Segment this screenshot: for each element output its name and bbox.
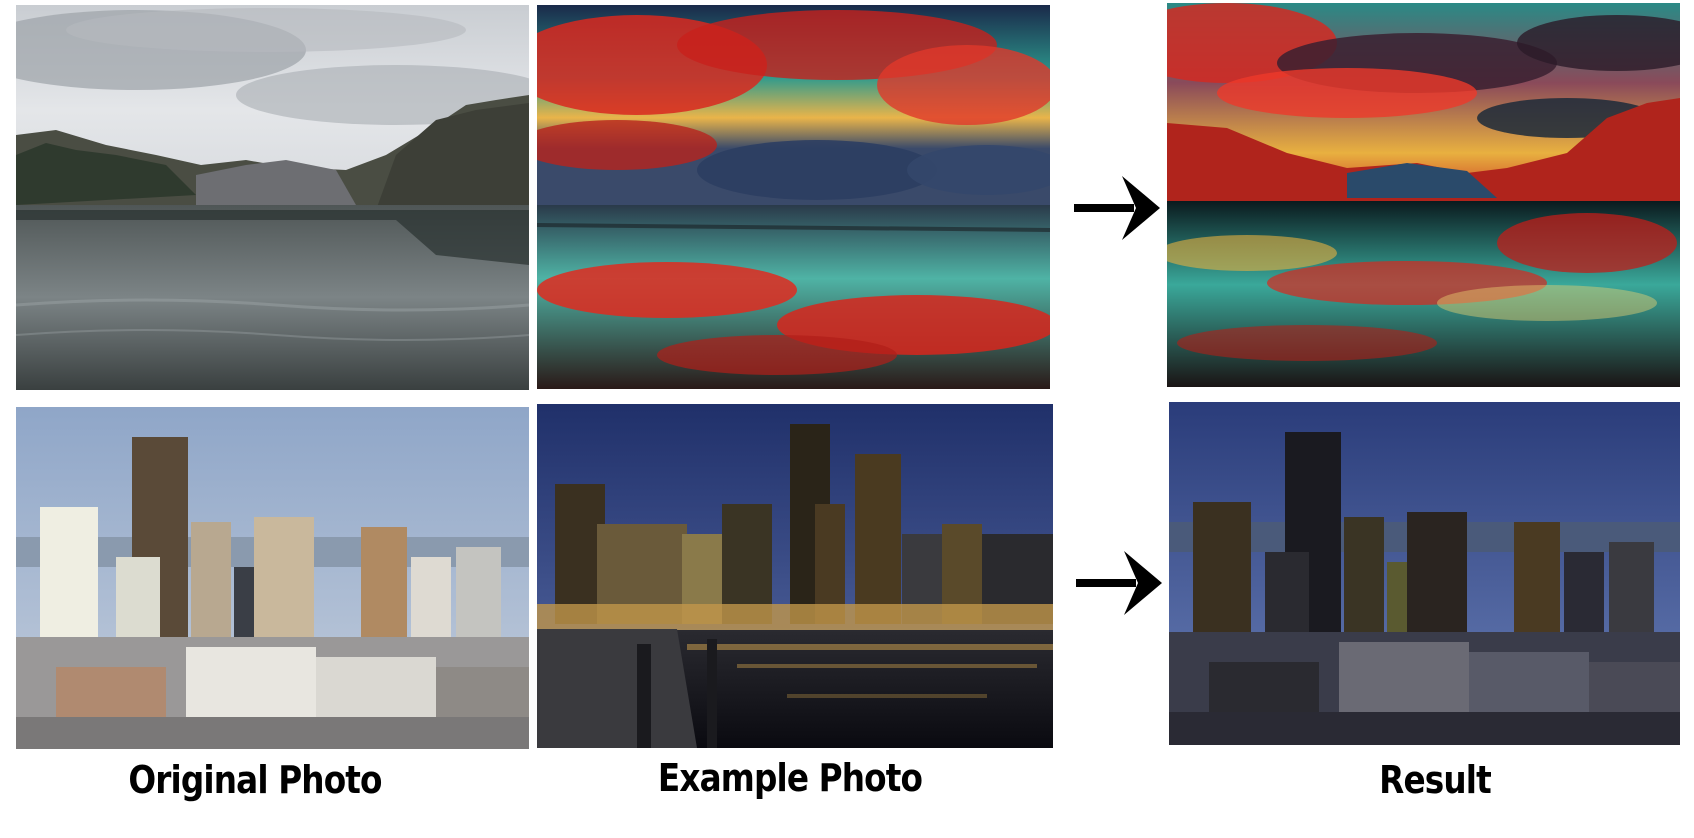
caption-example-photo: Example Photo: [657, 756, 923, 800]
arrow-right-icon: [1076, 551, 1162, 615]
photo-example-sunset: [537, 5, 1050, 389]
photo-original-city: [16, 407, 529, 749]
photo-result-city: [1169, 402, 1680, 745]
caption-original-photo: Original Photo: [128, 758, 382, 802]
photo-example-harbor: [537, 404, 1053, 748]
caption-result: Result: [1379, 758, 1492, 802]
arrow-right-icon: [1074, 176, 1160, 240]
photo-original-lake: [16, 5, 529, 390]
photo-result-lake: [1167, 3, 1680, 387]
